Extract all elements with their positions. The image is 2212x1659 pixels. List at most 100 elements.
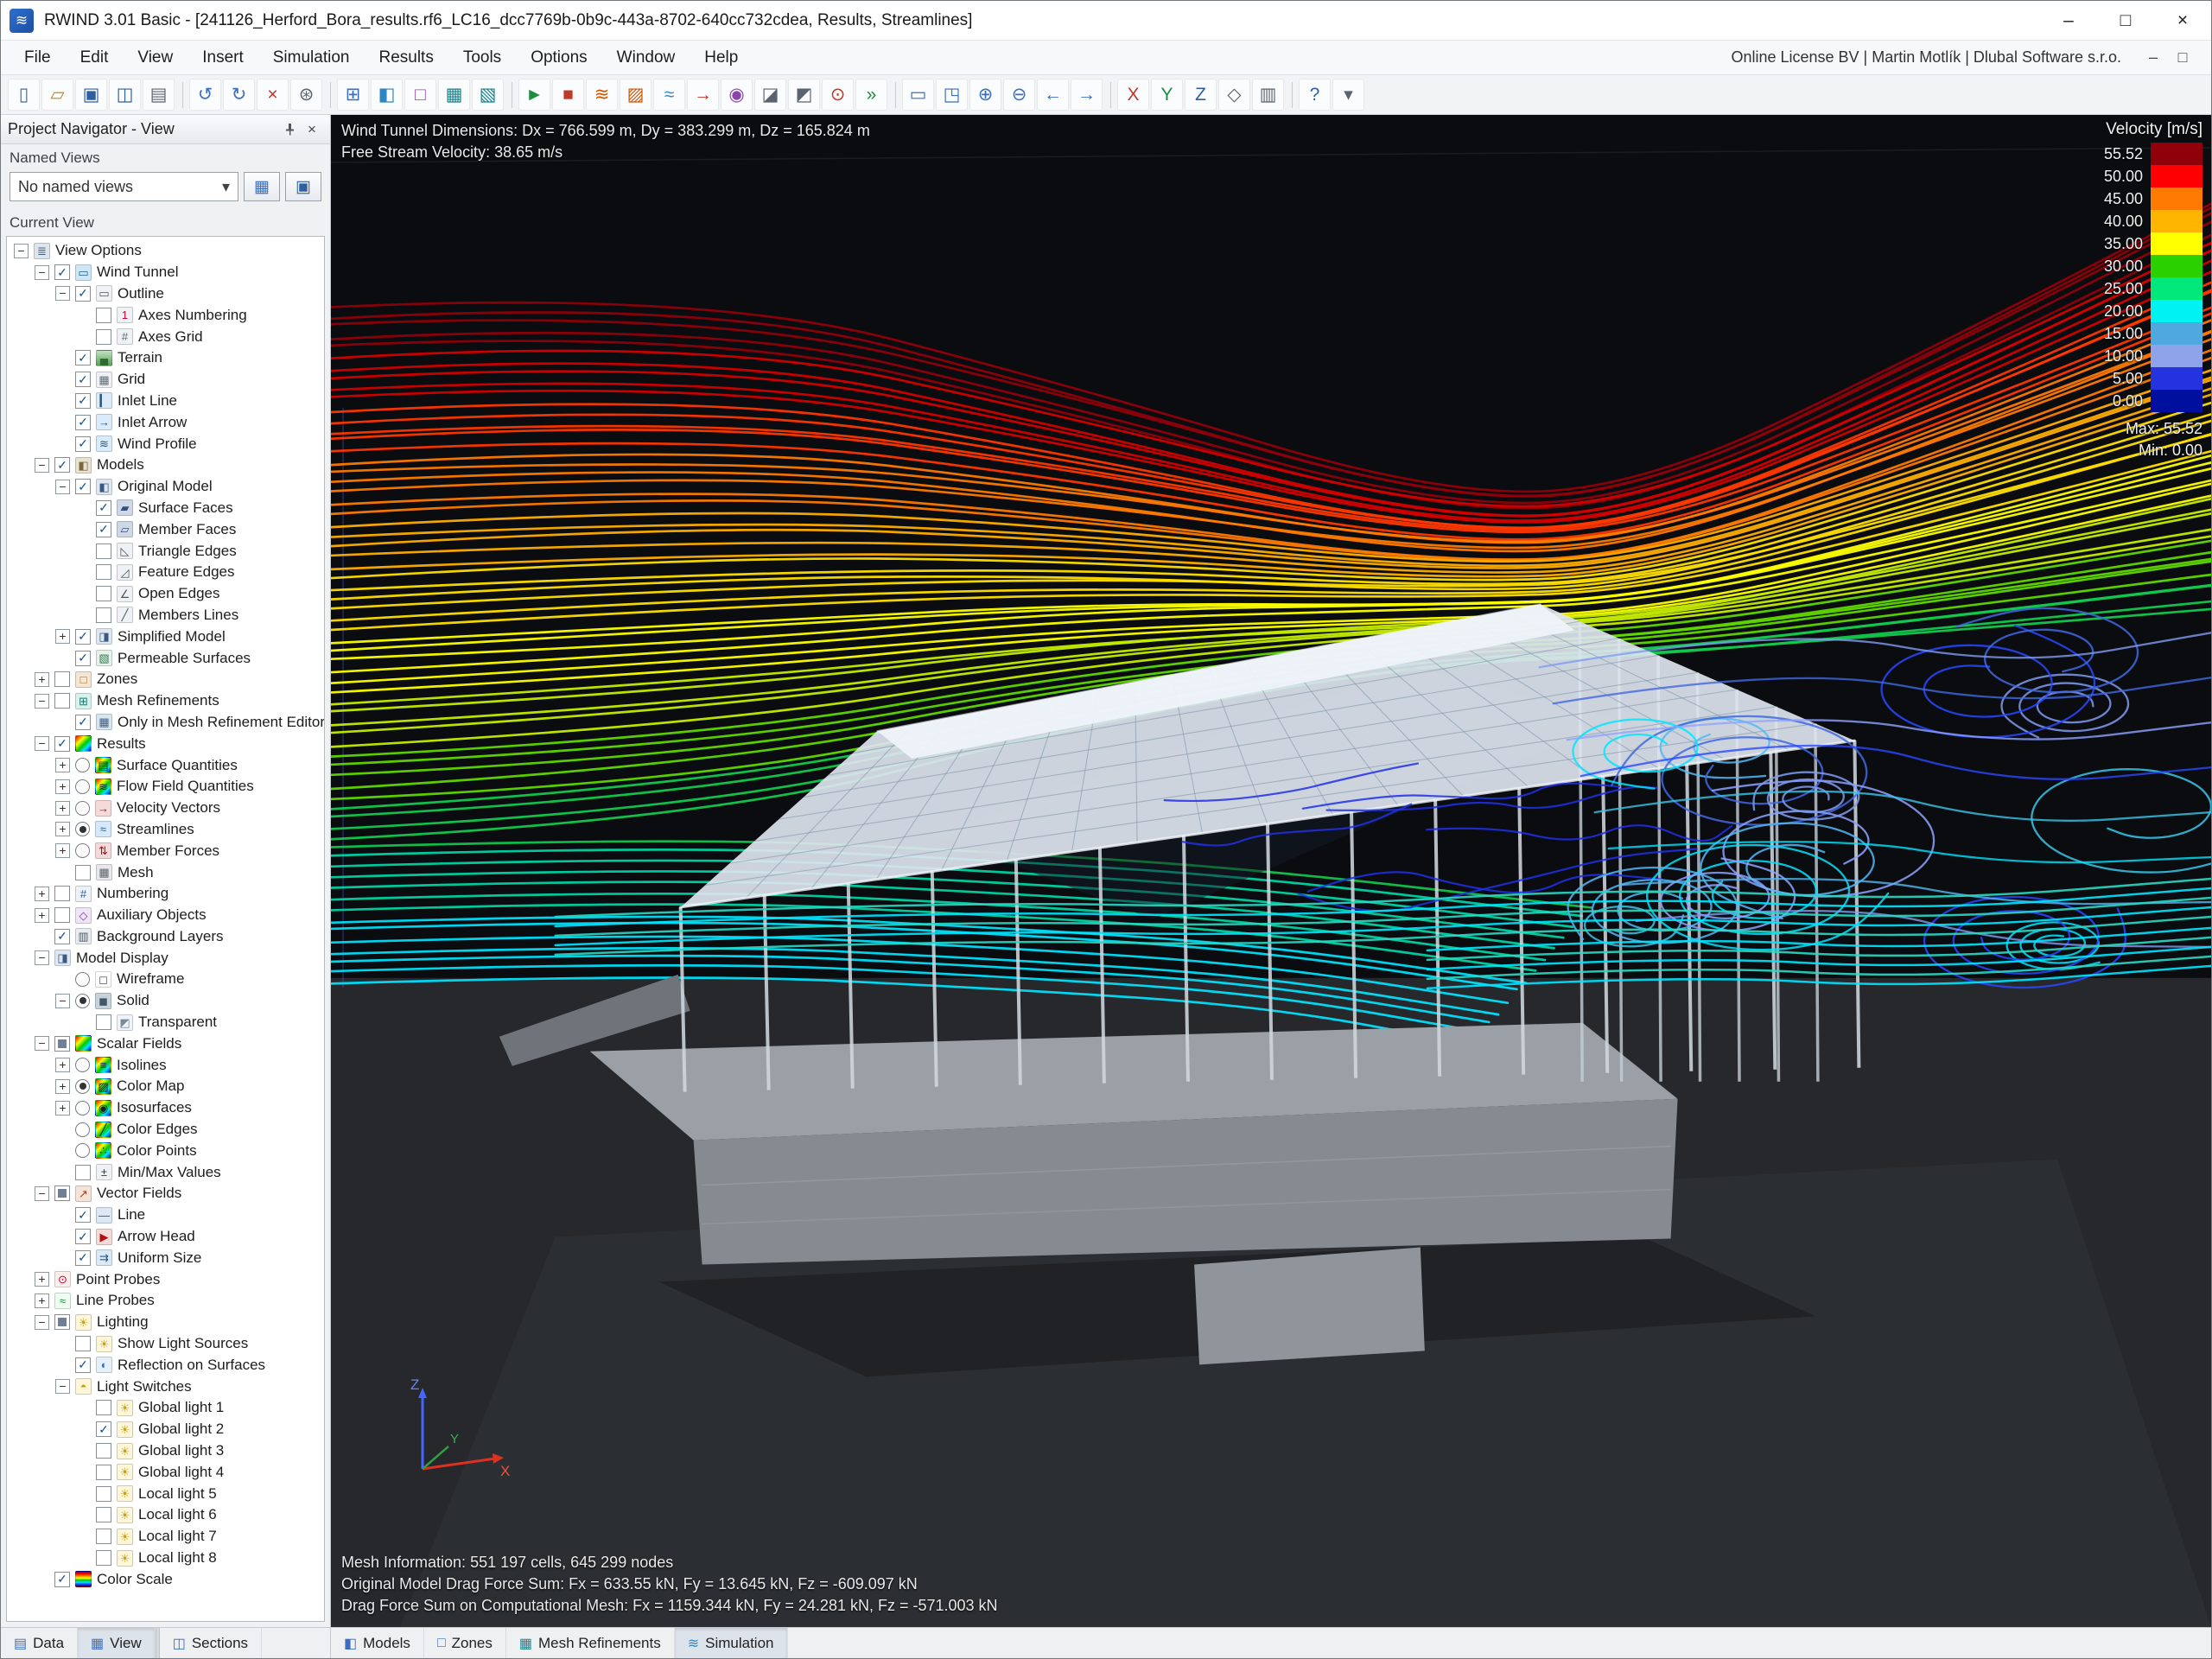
expand-toggle[interactable]: + — [55, 1058, 70, 1073]
tree-item-scalar-fields[interactable]: − Scalar Fields — [7, 1033, 324, 1054]
checkbox[interactable]: ✓ — [75, 1207, 91, 1224]
collapse-toggle[interactable]: − — [35, 950, 49, 966]
checkbox[interactable] — [54, 907, 70, 924]
view-y-button[interactable]: Y — [1151, 79, 1183, 111]
tree-item-transparent[interactable]: ◩ Transparent — [7, 1012, 324, 1033]
tree-item-local-light-6[interactable]: ☀ Local light 6 — [7, 1504, 324, 1526]
checkbox[interactable] — [54, 693, 70, 709]
tab-zones[interactable]: □ Zones — [424, 1628, 506, 1658]
tree-item-member-forces[interactable]: + ⇅ Member Forces — [7, 840, 324, 861]
expand-toggle[interactable]: + — [35, 907, 49, 923]
tree-item-axes-grid[interactable]: # Axes Grid — [7, 326, 324, 347]
tree-item-model-display[interactable]: − ◨ Model Display — [7, 947, 324, 969]
menu-view[interactable]: View — [123, 43, 188, 73]
viewport-3d-scene[interactable] — [331, 115, 2211, 1627]
menu-results[interactable]: Results — [364, 43, 448, 73]
expand-toggle[interactable]: + — [55, 758, 70, 773]
expand-toggle[interactable]: + — [55, 1100, 70, 1116]
checkbox[interactable]: ✓ — [96, 1421, 111, 1438]
expand-toggle[interactable]: + — [35, 886, 49, 901]
tab-data[interactable]: ▤ Data — [1, 1628, 79, 1658]
tree-item-isosurfaces[interactable]: + ◉ Isosurfaces — [7, 1097, 324, 1119]
stop-simulation-button[interactable]: ■ — [552, 79, 584, 111]
tree-item-surface-quantities[interactable]: + ▤ Surface Quantities — [7, 754, 324, 776]
next-view-button[interactable]: → — [1071, 79, 1103, 111]
radio-button[interactable] — [75, 971, 90, 987]
expand-toggle[interactable]: + — [55, 800, 70, 816]
checkbox[interactable]: ✓ — [75, 1229, 91, 1245]
checkbox[interactable]: ✓ — [75, 650, 91, 666]
menu-edit[interactable]: Edit — [66, 43, 124, 73]
checkbox[interactable]: ✓ — [75, 628, 91, 645]
tree-item-arrow-head[interactable]: ✓ ▶ Arrow Head — [7, 1226, 324, 1248]
tree-item-auxiliary-objects[interactable]: + ◇ Auxiliary Objects — [7, 905, 324, 926]
checkbox[interactable]: ✓ — [75, 350, 91, 366]
tree-item-global-light-2[interactable]: ✓ ☀ Global light 2 — [7, 1419, 324, 1440]
expand-toggle[interactable]: + — [55, 822, 70, 837]
tab-simulation[interactable]: ≋ Simulation — [674, 1628, 788, 1658]
start-simulation-button[interactable]: ► — [518, 79, 550, 111]
tree-item-color-edges[interactable]: ╱ Color Edges — [7, 1119, 324, 1141]
radio-button[interactable] — [75, 822, 90, 837]
expand-toggle[interactable]: + — [55, 1078, 70, 1094]
collapse-toggle[interactable]: − — [35, 264, 49, 280]
tree-item-local-light-8[interactable]: ☀ Local light 8 — [7, 1548, 324, 1569]
save-button[interactable]: ▣ — [75, 79, 107, 111]
collapse-toggle[interactable]: − — [35, 1185, 49, 1201]
view-x-button[interactable]: X — [1117, 79, 1149, 111]
mdi-minimize-button[interactable]: – — [2139, 45, 2168, 71]
tree-item-permeable-surfaces[interactable]: ✓ ▧ Permeable Surfaces — [7, 647, 324, 669]
isosurfaces-button[interactable]: ◉ — [721, 79, 753, 111]
radio-button[interactable] — [75, 1122, 90, 1137]
tree-item-reflection-on-surfaces[interactable]: ✓ ◐ Reflection on Surfaces — [7, 1354, 324, 1376]
tree-item-flow-field-quantities[interactable]: + ≋ Flow Field Quantities — [7, 776, 324, 798]
open-button[interactable]: ▱ — [41, 79, 73, 111]
tree-item-global-light-4[interactable]: ☀ Global light 4 — [7, 1461, 324, 1483]
menu-tools[interactable]: Tools — [448, 43, 516, 73]
tree-item-lighting[interactable]: − ☀ Lighting — [7, 1312, 324, 1333]
previous-view-button[interactable]: ← — [1037, 79, 1069, 111]
checkbox[interactable] — [54, 1035, 70, 1052]
close-panel-button[interactable]: × — [301, 119, 323, 140]
velocity-vectors-button[interactable]: → — [687, 79, 719, 111]
minimize-button[interactable]: – — [2040, 1, 2097, 40]
tree-item-axes-numbering[interactable]: 1 Axes Numbering — [7, 304, 324, 326]
radio-button[interactable] — [75, 1100, 90, 1116]
expand-toggle[interactable]: + — [35, 671, 49, 687]
tree-item-feature-edges[interactable]: ◿ Feature Edges — [7, 562, 324, 583]
tree-item-vector-fields[interactable]: − ↗ Vector Fields — [7, 1183, 324, 1205]
tree-item-wireframe[interactable]: ◻ Wireframe — [7, 969, 324, 990]
zoom-all-button[interactable]: ▭ — [902, 79, 934, 111]
menu-window[interactable]: Window — [602, 43, 690, 73]
radio-button[interactable] — [75, 758, 90, 773]
checkbox[interactable] — [96, 307, 111, 323]
print-button[interactable]: ▤ — [143, 79, 175, 111]
expand-toggle[interactable]: + — [55, 779, 70, 794]
tree-item-global-light-1[interactable]: ☀ Global light 1 — [7, 1397, 324, 1419]
expand-toggle[interactable]: + — [35, 1293, 49, 1308]
checkbox[interactable]: ✓ — [54, 457, 70, 474]
tree-item-streamlines[interactable]: + ≈ Streamlines — [7, 819, 324, 841]
menu-help[interactable]: Help — [690, 43, 753, 73]
new-button[interactable]: ▯ — [8, 79, 40, 111]
checkbox[interactable] — [96, 543, 111, 559]
checkbox[interactable] — [75, 1336, 91, 1352]
checkbox[interactable] — [96, 1529, 111, 1545]
named-views-list-button[interactable]: ▦ — [244, 172, 280, 201]
tree-item-local-light-7[interactable]: ☀ Local light 7 — [7, 1526, 324, 1548]
checkbox[interactable] — [96, 1464, 111, 1480]
collapse-toggle[interactable]: − — [35, 693, 49, 709]
tree-item-view-options[interactable]: − ≣ View Options — [7, 240, 324, 262]
tree-item-point-probes[interactable]: + ⊙ Point Probes — [7, 1268, 324, 1290]
tree-item-mesh-refinements[interactable]: − ⊞ Mesh Refinements — [7, 690, 324, 712]
radio-button[interactable] — [75, 1058, 90, 1073]
fullscreen-button[interactable]: ▥ — [1252, 79, 1284, 111]
tree-item-simplified-model[interactable]: + ✓ ◨ Simplified Model — [7, 626, 324, 647]
help-button[interactable]: ? — [1299, 79, 1331, 111]
collapse-toggle[interactable]: − — [55, 1379, 70, 1395]
checkbox[interactable]: ✓ — [75, 392, 91, 409]
tree-item-terrain[interactable]: ✓ ▄ Terrain — [7, 347, 324, 369]
tree-item-inlet-arrow[interactable]: ✓ → Inlet Arrow — [7, 411, 324, 433]
checkbox[interactable] — [96, 1507, 111, 1523]
redo-button[interactable]: ↻ — [223, 79, 255, 111]
